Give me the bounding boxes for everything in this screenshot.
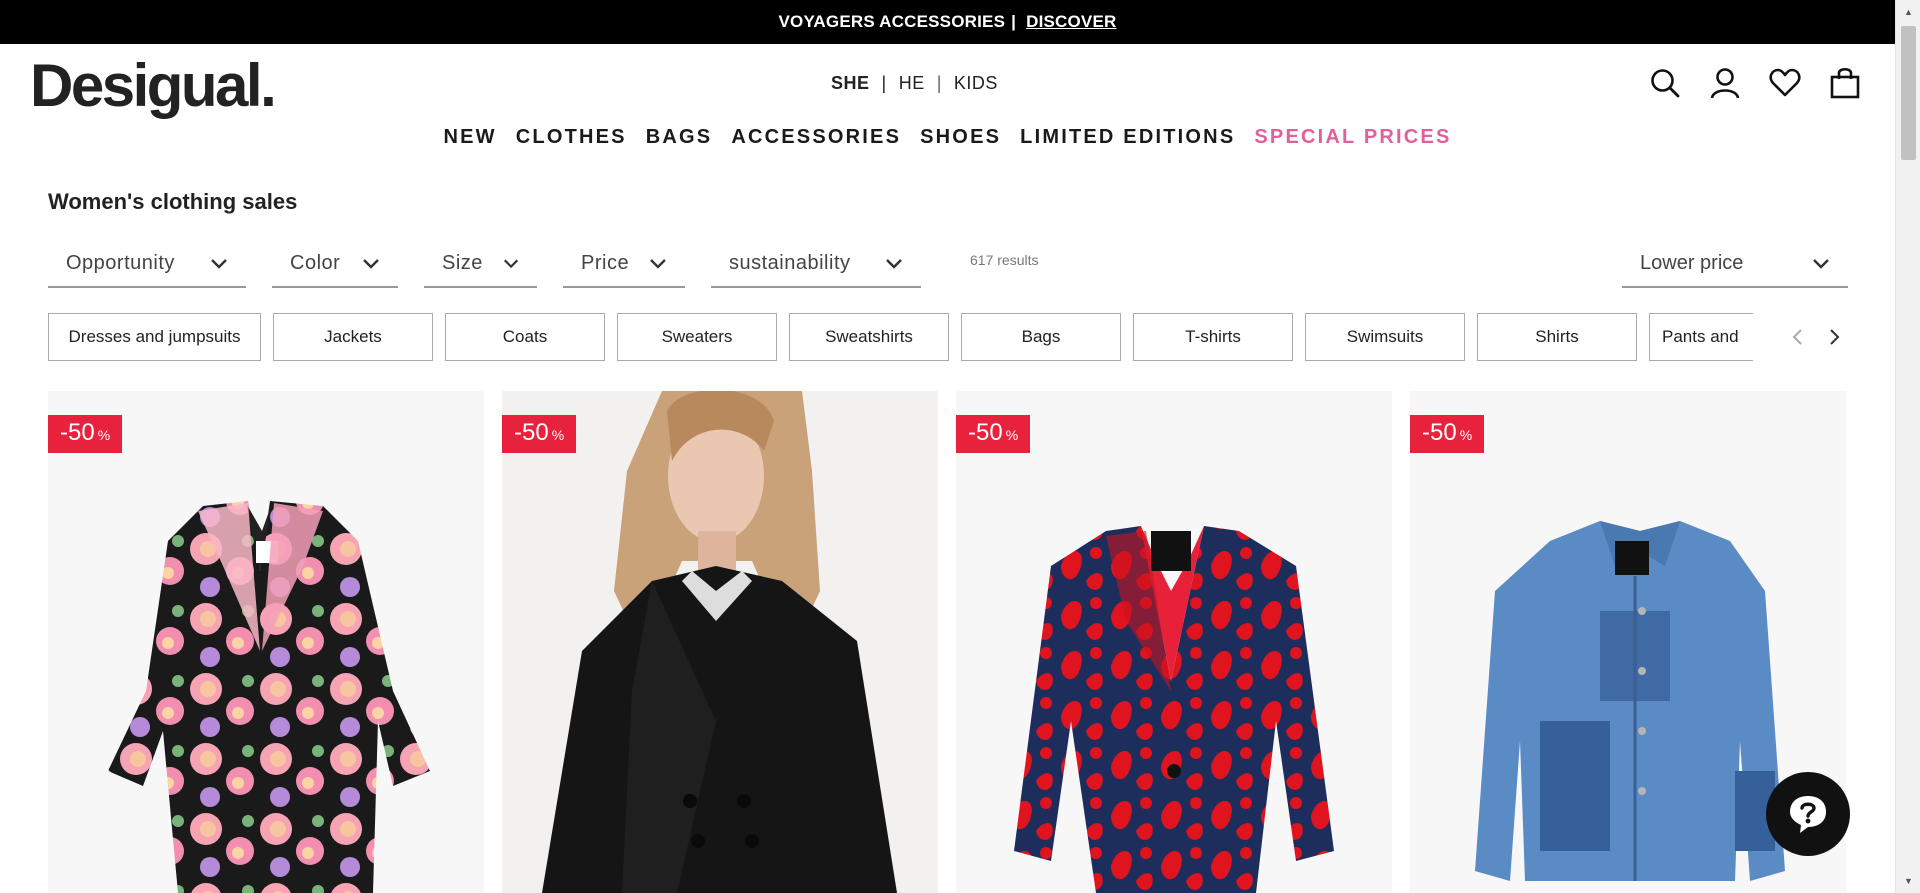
search-icon[interactable] [1648, 66, 1682, 100]
nav-limited-editions[interactable]: LIMITED EDITIONS [1020, 126, 1235, 149]
filter-bar: Opportunity Color Size Price sustainabil… [48, 240, 921, 288]
sort-selected-value: Lower price [1640, 251, 1744, 274]
category-chips: Dresses and jumpsuits Jackets Coats Swea… [48, 313, 1753, 361]
product-card[interactable]: -50% [502, 391, 938, 893]
filter-label: Opportunity [66, 251, 175, 274]
gender-she[interactable]: SHE [831, 73, 870, 94]
gender-switch: SHE | HE | KIDS [831, 73, 998, 94]
main-nav: NEW CLOTHES BAGS ACCESSORIES SHOES LIMIT… [0, 126, 1895, 149]
sort-select[interactable]: Lower price [1622, 240, 1848, 288]
nav-new[interactable]: NEW [444, 126, 497, 149]
chip-tshirts[interactable]: T-shirts [1133, 313, 1293, 361]
chevron-down-icon [1813, 259, 1829, 269]
nav-accessories[interactable]: ACCESSORIES [731, 126, 901, 149]
badge-unit: % [1459, 427, 1473, 443]
discount-badge: -50% [48, 415, 123, 453]
promo-bar: VOYAGERS ACCESSORIES | DISCOVER [0, 0, 1895, 44]
chip-sweaters[interactable]: Sweaters [617, 313, 777, 361]
chat-question-icon [1790, 796, 1826, 833]
product-image [502, 391, 938, 893]
discount-badge: -50% [956, 415, 1031, 453]
badge-unit: % [551, 427, 565, 443]
brand-logo[interactable]: Desigual. [30, 56, 277, 116]
filter-opportunity[interactable]: Opportunity [48, 240, 246, 288]
chip-dresses-jumpsuits[interactable]: Dresses and jumpsuits [48, 313, 261, 361]
chip-sweatshirts[interactable]: Sweatshirts [789, 313, 949, 361]
chat-help-button[interactable] [1766, 772, 1850, 856]
page-title: Women's clothing sales [48, 189, 298, 214]
filter-color[interactable]: Color [272, 240, 398, 288]
account-icon[interactable] [1708, 66, 1742, 100]
badge-value: -50 [968, 419, 1003, 446]
chip-pants[interactable]: Pants and [1649, 313, 1753, 361]
scrollbar-thumb[interactable] [1901, 26, 1916, 160]
chevron-down-icon [503, 259, 518, 269]
chevron-down-icon [211, 259, 227, 269]
chevron-right-icon[interactable] [1823, 320, 1847, 354]
header-icons [1648, 66, 1862, 100]
chevron-left-icon[interactable] [1785, 320, 1809, 354]
badge-unit: % [1005, 427, 1019, 443]
nav-special-prices[interactable]: SPECIAL PRICES [1254, 126, 1451, 149]
gender-kids[interactable]: KIDS [954, 73, 998, 94]
chip-bags[interactable]: Bags [961, 313, 1121, 361]
product-card[interactable]: -50% [48, 391, 484, 893]
nav-clothes[interactable]: CLOTHES [516, 126, 627, 149]
badge-value: -50 [60, 419, 95, 446]
chip-scroll-controls [1785, 320, 1847, 354]
filter-label: Color [290, 251, 341, 274]
discount-badge: -50% [1410, 415, 1485, 453]
filter-size[interactable]: Size [424, 240, 537, 288]
product-image [108, 501, 430, 893]
discount-badge: -50% [502, 415, 577, 453]
results-count: 617 results [970, 252, 1039, 268]
gender-he[interactable]: HE [899, 73, 925, 94]
chip-jackets[interactable]: Jackets [273, 313, 433, 361]
scroll-down-icon[interactable]: ▼ [1896, 871, 1920, 891]
chip-shirts[interactable]: Shirts [1477, 313, 1637, 361]
badge-value: -50 [1422, 419, 1457, 446]
chip-coats[interactable]: Coats [445, 313, 605, 361]
chevron-down-icon [363, 259, 379, 269]
product-card[interactable]: -50% [956, 391, 1392, 893]
promo-text: VOYAGERS ACCESSORIES [778, 12, 1006, 31]
chevron-down-icon [650, 259, 666, 269]
promo-separator: | [1011, 12, 1017, 31]
filter-label: Size [442, 251, 483, 274]
promo-discover-link[interactable]: DISCOVER [1026, 12, 1116, 32]
product-grid: -50% -50% -50 % -50 % [48, 391, 1846, 893]
badge-unit: % [97, 427, 111, 443]
product-image [1014, 526, 1334, 893]
chevron-down-icon [886, 259, 902, 269]
filter-label: Price [581, 251, 630, 274]
gender-divider: | [881, 73, 887, 93]
scroll-up-icon[interactable]: ▲ [1896, 2, 1920, 22]
chip-swimsuits[interactable]: Swimsuits [1305, 313, 1465, 361]
nav-bags[interactable]: BAGS [646, 126, 713, 149]
shopping-bag-icon[interactable] [1828, 66, 1862, 100]
wishlist-heart-icon[interactable] [1768, 66, 1802, 100]
nav-shoes[interactable]: SHOES [920, 126, 1001, 149]
filter-sustainability[interactable]: sustainability [711, 240, 921, 288]
page-scrollbar[interactable]: ▲ ▼ [1895, 0, 1920, 893]
filter-price[interactable]: Price [563, 240, 685, 288]
filter-label: sustainability [729, 251, 851, 274]
badge-value: -50 [514, 419, 549, 446]
gender-divider: | [936, 73, 942, 93]
